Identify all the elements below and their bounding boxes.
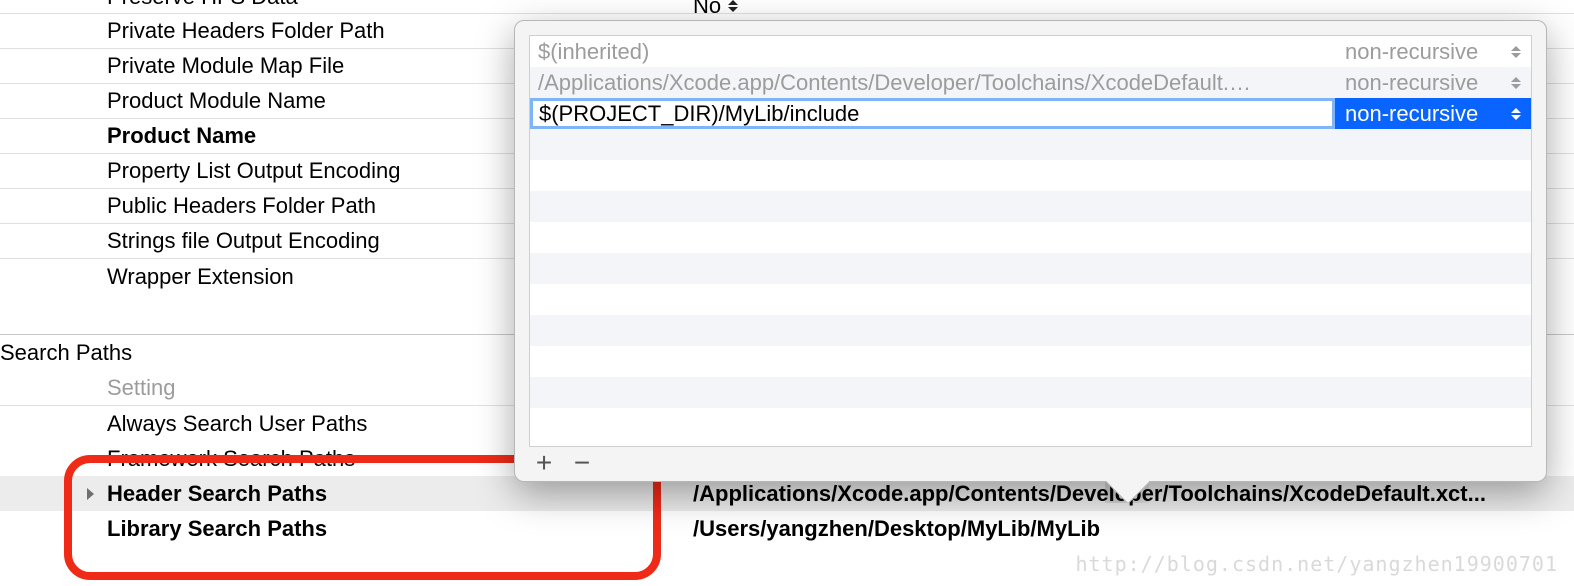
path-row-empty (530, 222, 1531, 253)
path-row-empty (530, 377, 1531, 408)
watermark-text: http://blog.csdn.net/yangzhen19900701 (1075, 552, 1558, 576)
path-row[interactable]: $(inherited) non-recursive (530, 36, 1531, 67)
setting-value: /Users/yangzhen/Desktop/MyLib/MyLib (693, 516, 1574, 542)
path-row-empty (530, 408, 1531, 439)
setting-label: Private Module Map File (107, 53, 344, 79)
setting-label: Library Search Paths (107, 516, 693, 542)
path-row-empty (530, 253, 1531, 284)
path-row-empty (530, 191, 1531, 222)
section-title: Search Paths (0, 340, 132, 366)
value-dropdown[interactable]: No (693, 0, 739, 12)
setting-label: Public Headers Folder Path (107, 193, 376, 219)
setting-label: Header Search Paths (107, 481, 693, 507)
popover-tail-icon (1105, 481, 1149, 503)
setting-row[interactable]: Preserve HFS Data (0, 0, 1574, 14)
path-row-editing[interactable]: non-recursive (530, 98, 1531, 129)
path-text: /Applications/Xcode.app/Contents/Develop… (530, 70, 1335, 96)
path-row-empty (530, 129, 1531, 160)
setting-label: Property List Output Encoding (107, 158, 401, 184)
path-row-empty (530, 315, 1531, 346)
path-text: $(inherited) (530, 39, 1335, 65)
chevron-updown-icon (1509, 108, 1523, 120)
dropdown-value: No (693, 0, 721, 19)
remove-button[interactable]: − (571, 452, 593, 474)
popover-footer: + − (515, 451, 1546, 481)
setting-label: Strings file Output Encoding (107, 228, 380, 254)
recursive-select[interactable]: non-recursive (1335, 70, 1531, 96)
path-row[interactable]: /Applications/Xcode.app/Contents/Develop… (530, 67, 1531, 98)
disclosure-triangle-icon[interactable] (87, 488, 94, 500)
add-button[interactable]: + (533, 452, 555, 474)
recursive-value: non-recursive (1345, 70, 1478, 96)
paths-popover: $(inherited) non-recursive /Applications… (514, 20, 1547, 482)
column-header-label: Setting (107, 375, 176, 401)
chevron-updown-icon (1509, 77, 1523, 89)
setting-label: Wrapper Extension (107, 264, 294, 290)
chevron-updown-icon (727, 0, 739, 19)
setting-label: Product Module Name (107, 88, 326, 114)
path-row-empty (530, 160, 1531, 191)
path-row-empty (530, 346, 1531, 377)
recursive-select[interactable]: non-recursive (1335, 39, 1531, 65)
path-input[interactable] (530, 98, 1335, 129)
paths-list: $(inherited) non-recursive /Applications… (529, 35, 1532, 447)
setting-label: Private Headers Folder Path (107, 18, 385, 44)
recursive-value: non-recursive (1345, 39, 1478, 65)
setting-label: Product Name (107, 123, 256, 149)
recursive-value: non-recursive (1345, 101, 1478, 127)
setting-row-library-search[interactable]: Library Search Paths /Users/yangzhen/Des… (0, 511, 1574, 546)
recursive-select[interactable]: non-recursive (1335, 101, 1531, 127)
path-row-empty (530, 284, 1531, 315)
chevron-updown-icon (1509, 46, 1523, 58)
setting-label: Preserve HFS Data (107, 0, 298, 10)
